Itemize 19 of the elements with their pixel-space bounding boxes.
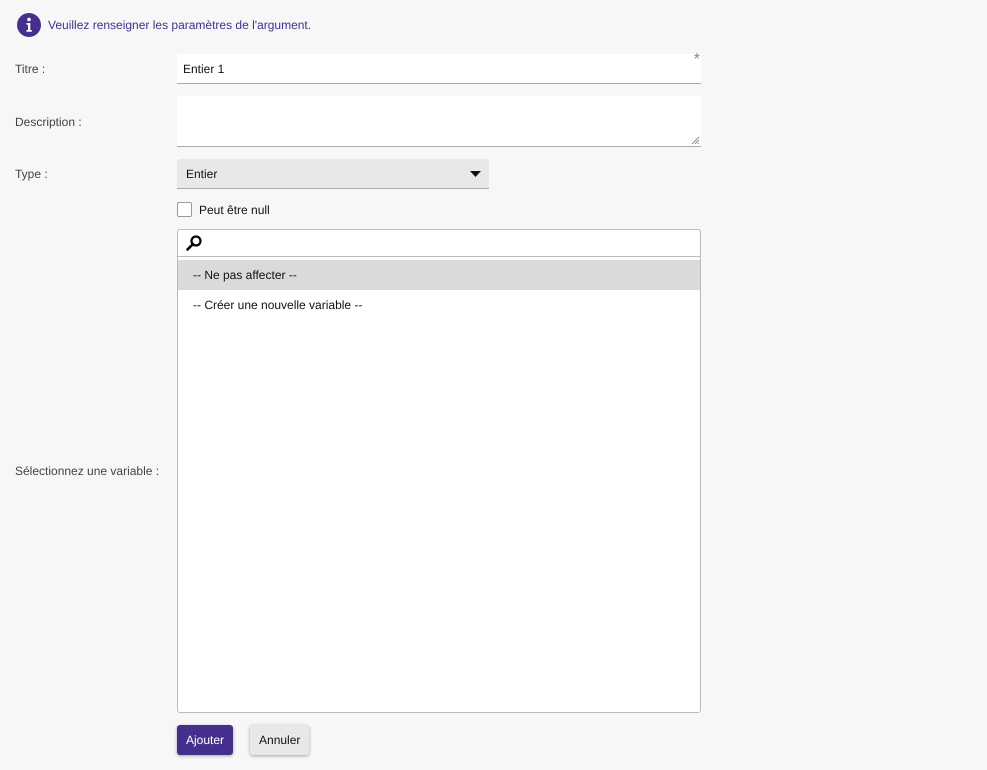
variable-listbox[interactable]: -- Ne pas affecter -- -- Créer une nouvelle variable -- xyxy=(177,229,701,713)
field-label: Type : xyxy=(15,167,49,181)
field-label: Titre : xyxy=(15,62,46,76)
field-label: Description : xyxy=(15,114,83,128)
checkbox[interactable] xyxy=(177,202,192,217)
search-icon xyxy=(186,235,202,251)
type-dropdown[interactable]: Entier xyxy=(177,159,489,189)
list-option[interactable]: -- Ne pas affecter -- xyxy=(178,260,700,290)
required-mark: * xyxy=(694,51,700,69)
field-label: Sélectionnez une variable : xyxy=(15,464,160,478)
cancel-button[interactable]: Annuler xyxy=(250,725,310,755)
checkbox-label: Peut être null xyxy=(199,202,270,216)
notice-text: Veuillez renseigner les paramètres de l'argument. xyxy=(48,18,312,32)
list-option[interactable]: -- Créer une nouvelle variable -- xyxy=(178,290,700,320)
caret-icon xyxy=(470,170,481,176)
description-field[interactable] xyxy=(177,96,701,147)
resize-handle-icon[interactable] xyxy=(690,135,700,145)
info-icon xyxy=(17,13,41,37)
add-button[interactable]: Ajouter xyxy=(177,725,234,755)
